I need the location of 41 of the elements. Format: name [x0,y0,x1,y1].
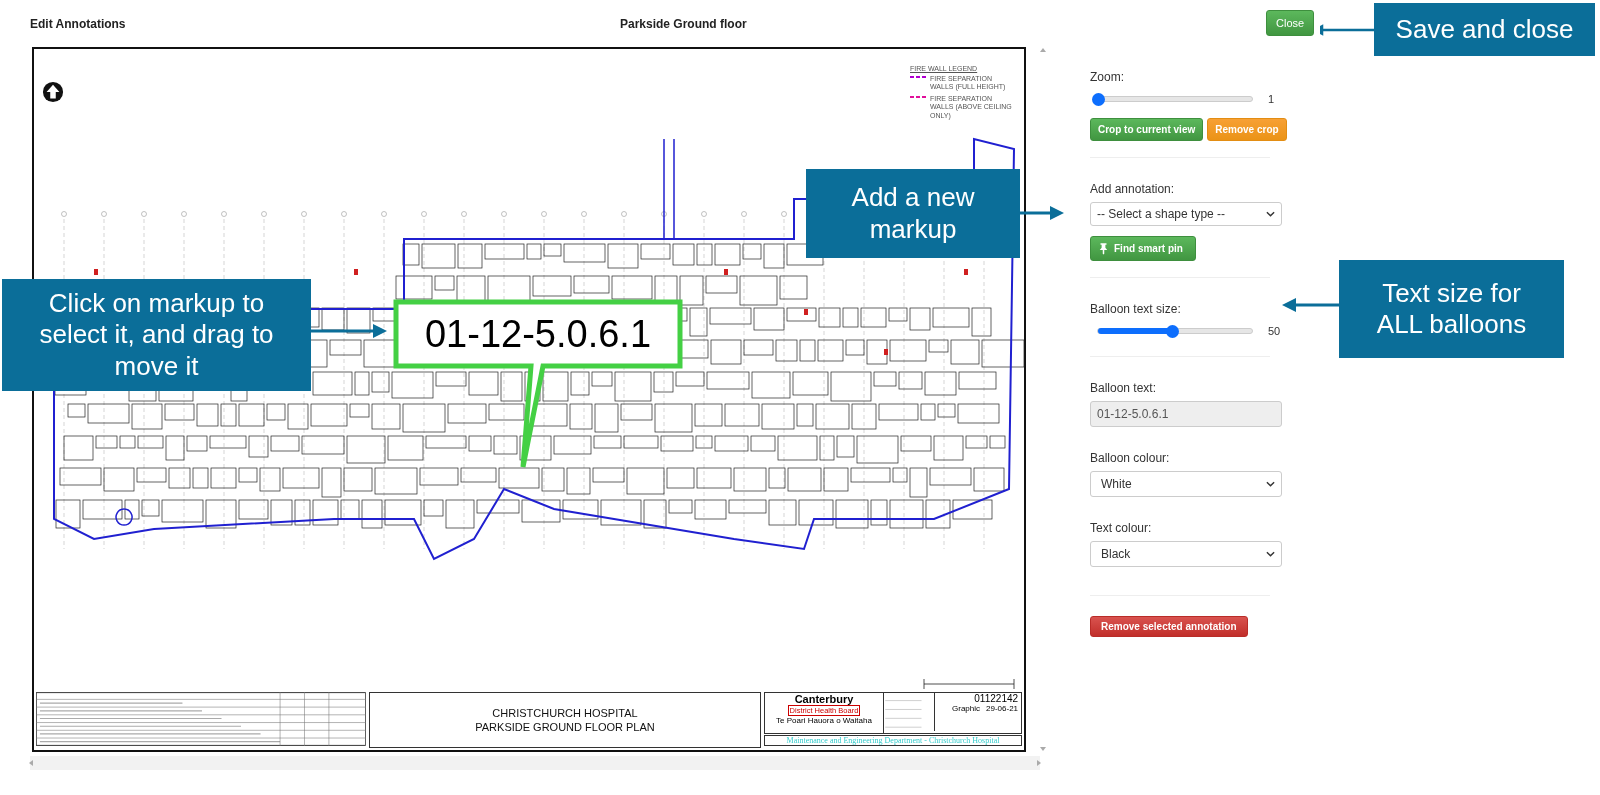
zoom-label: Zoom: [1090,70,1125,84]
drawing-status: Graphic [952,704,981,713]
slider-thumb[interactable] [1165,325,1179,338]
callout-arrow [1282,298,1340,312]
remove-annotation-button[interactable]: Remove selected annotation [1090,616,1248,637]
chevron-down-icon [1266,211,1275,217]
scroll-right-icon[interactable] [1036,759,1042,767]
department-name: Maintenance and Engineering Department - Christchurch Hospital [764,735,1023,746]
balloon-colour-select[interactable]: White [1090,471,1282,497]
shape-type-select[interactable]: -- Select a shape type -- [1090,202,1282,226]
drawing-number: 01122142 [974,693,1019,704]
scroll-left-icon[interactable] [28,759,34,767]
slider-thumb[interactable] [1092,93,1105,106]
callout-arrow [1020,206,1064,220]
organisation-name: Canterbury [794,693,854,705]
text-size-value: 50 [1268,325,1281,337]
callout-tooltip: Click on markup to select it, and drag to move it [2,279,311,391]
page-title: Edit Annotations [30,16,127,31]
balloon-label: 01-12-5.0.6.1 [424,313,652,355]
pushpin-icon [1099,242,1108,255]
callout-tooltip: Save and close [1374,3,1595,56]
horizontal-scrollbar[interactable] [30,756,1040,770]
organisation-maori-name: Te Poari Hauora o Waitaha [776,716,872,726]
scroll-up-icon[interactable] [1039,47,1048,53]
chevron-down-icon [1266,481,1275,487]
text-colour-label: Text colour: [1090,521,1153,535]
callout-tooltip: Text size for ALL balloons [1339,260,1564,358]
text-colour-select[interactable]: Black [1090,541,1282,567]
drawing-title: CHRISTCHURCH HOSPITAL [492,707,638,719]
chevron-down-icon [1266,551,1275,557]
text-size-label: Balloon text size: [1090,302,1182,316]
balloon-text-label: Balloon text: [1090,381,1158,395]
drawing-date: 29-06-21 [986,704,1019,713]
callout-arrow [1320,23,1374,37]
plan-title: Parkside Ground floor [620,16,747,31]
scroll-down-icon[interactable] [1039,746,1048,752]
balloon-colour-label: Balloon colour: [1090,451,1171,465]
callout-tooltip: Add a new markup [806,169,1020,258]
drawing-subtitle: PARKSIDE GROUND FLOOR PLAN [475,721,655,733]
zoom-value: 1 [1268,93,1275,105]
add-annotation-label: Add annotation: [1090,182,1176,196]
